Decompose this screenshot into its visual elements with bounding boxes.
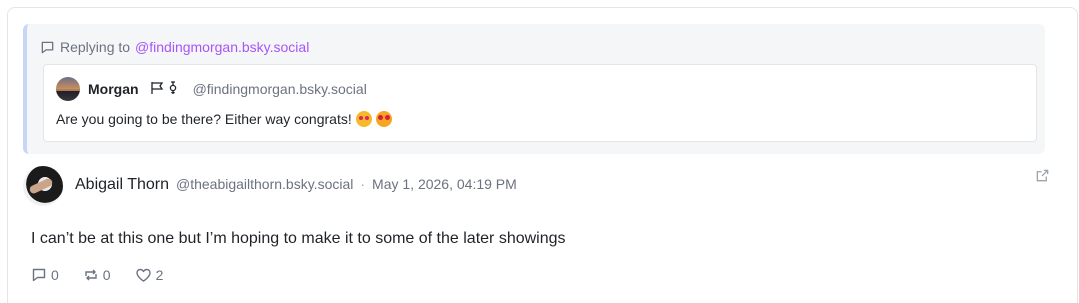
quoted-post-header: Morgan @findingmorgan.bsky.social <box>56 77 367 101</box>
like-button[interactable]: 2 <box>135 267 164 283</box>
quoted-post-body: Are you going to be there? Either way co… <box>56 111 392 127</box>
star-struck-emoji <box>375 111 392 127</box>
reply-icon <box>31 267 47 283</box>
post-timestamp[interactable]: May 1, 2026, 04:19 PM <box>372 176 517 192</box>
quoted-author-avatar[interactable] <box>56 77 80 101</box>
reply-header: Replying to @findingmorgan.bsky.social <box>40 38 309 56</box>
quoted-post[interactable]: Morgan @findingmorgan.bsky.social Are yo… <box>43 64 1037 142</box>
quoted-author-flags <box>150 80 179 98</box>
author-avatar[interactable] <box>23 166 63 206</box>
transgender-symbol-icon <box>167 80 179 98</box>
quoted-author-name[interactable]: Morgan <box>88 81 139 97</box>
post-actions: 0 0 2 <box>31 267 163 283</box>
meta-separator: · <box>360 176 366 192</box>
repost-button[interactable]: 0 <box>83 267 111 283</box>
external-link-icon[interactable] <box>1035 168 1051 184</box>
replying-to-label: Replying to <box>60 39 131 55</box>
heart-icon <box>135 267 152 283</box>
replied-handle-link[interactable]: @findingmorgan.bsky.social <box>135 39 309 55</box>
smiling-face-with-hearts-emoji <box>355 111 372 127</box>
author-line: Abigail Thorn @theabigailthorn.bsky.soci… <box>75 176 517 194</box>
reply-context: Replying to @findingmorgan.bsky.social M… <box>23 24 1045 154</box>
author-handle[interactable]: @theabigailthorn.bsky.social <box>176 176 353 192</box>
reply-count: 0 <box>51 267 59 283</box>
post-body-text: I can’t be at this one but I’m hoping to… <box>31 230 566 247</box>
reply-button[interactable]: 0 <box>31 267 59 283</box>
like-count: 2 <box>155 267 164 283</box>
quoted-author-handle[interactable]: @findingmorgan.bsky.social <box>193 81 367 97</box>
flag-icon <box>150 81 165 98</box>
speech-bubble-icon <box>40 40 55 55</box>
author-name[interactable]: Abigail Thorn <box>75 176 169 194</box>
repost-icon <box>83 267 99 283</box>
quoted-post-text: Are you going to be there? Either way co… <box>56 111 352 127</box>
repost-count: 0 <box>102 267 111 283</box>
post-header: Abigail Thorn @theabigailthorn.bsky.soci… <box>23 166 1053 206</box>
